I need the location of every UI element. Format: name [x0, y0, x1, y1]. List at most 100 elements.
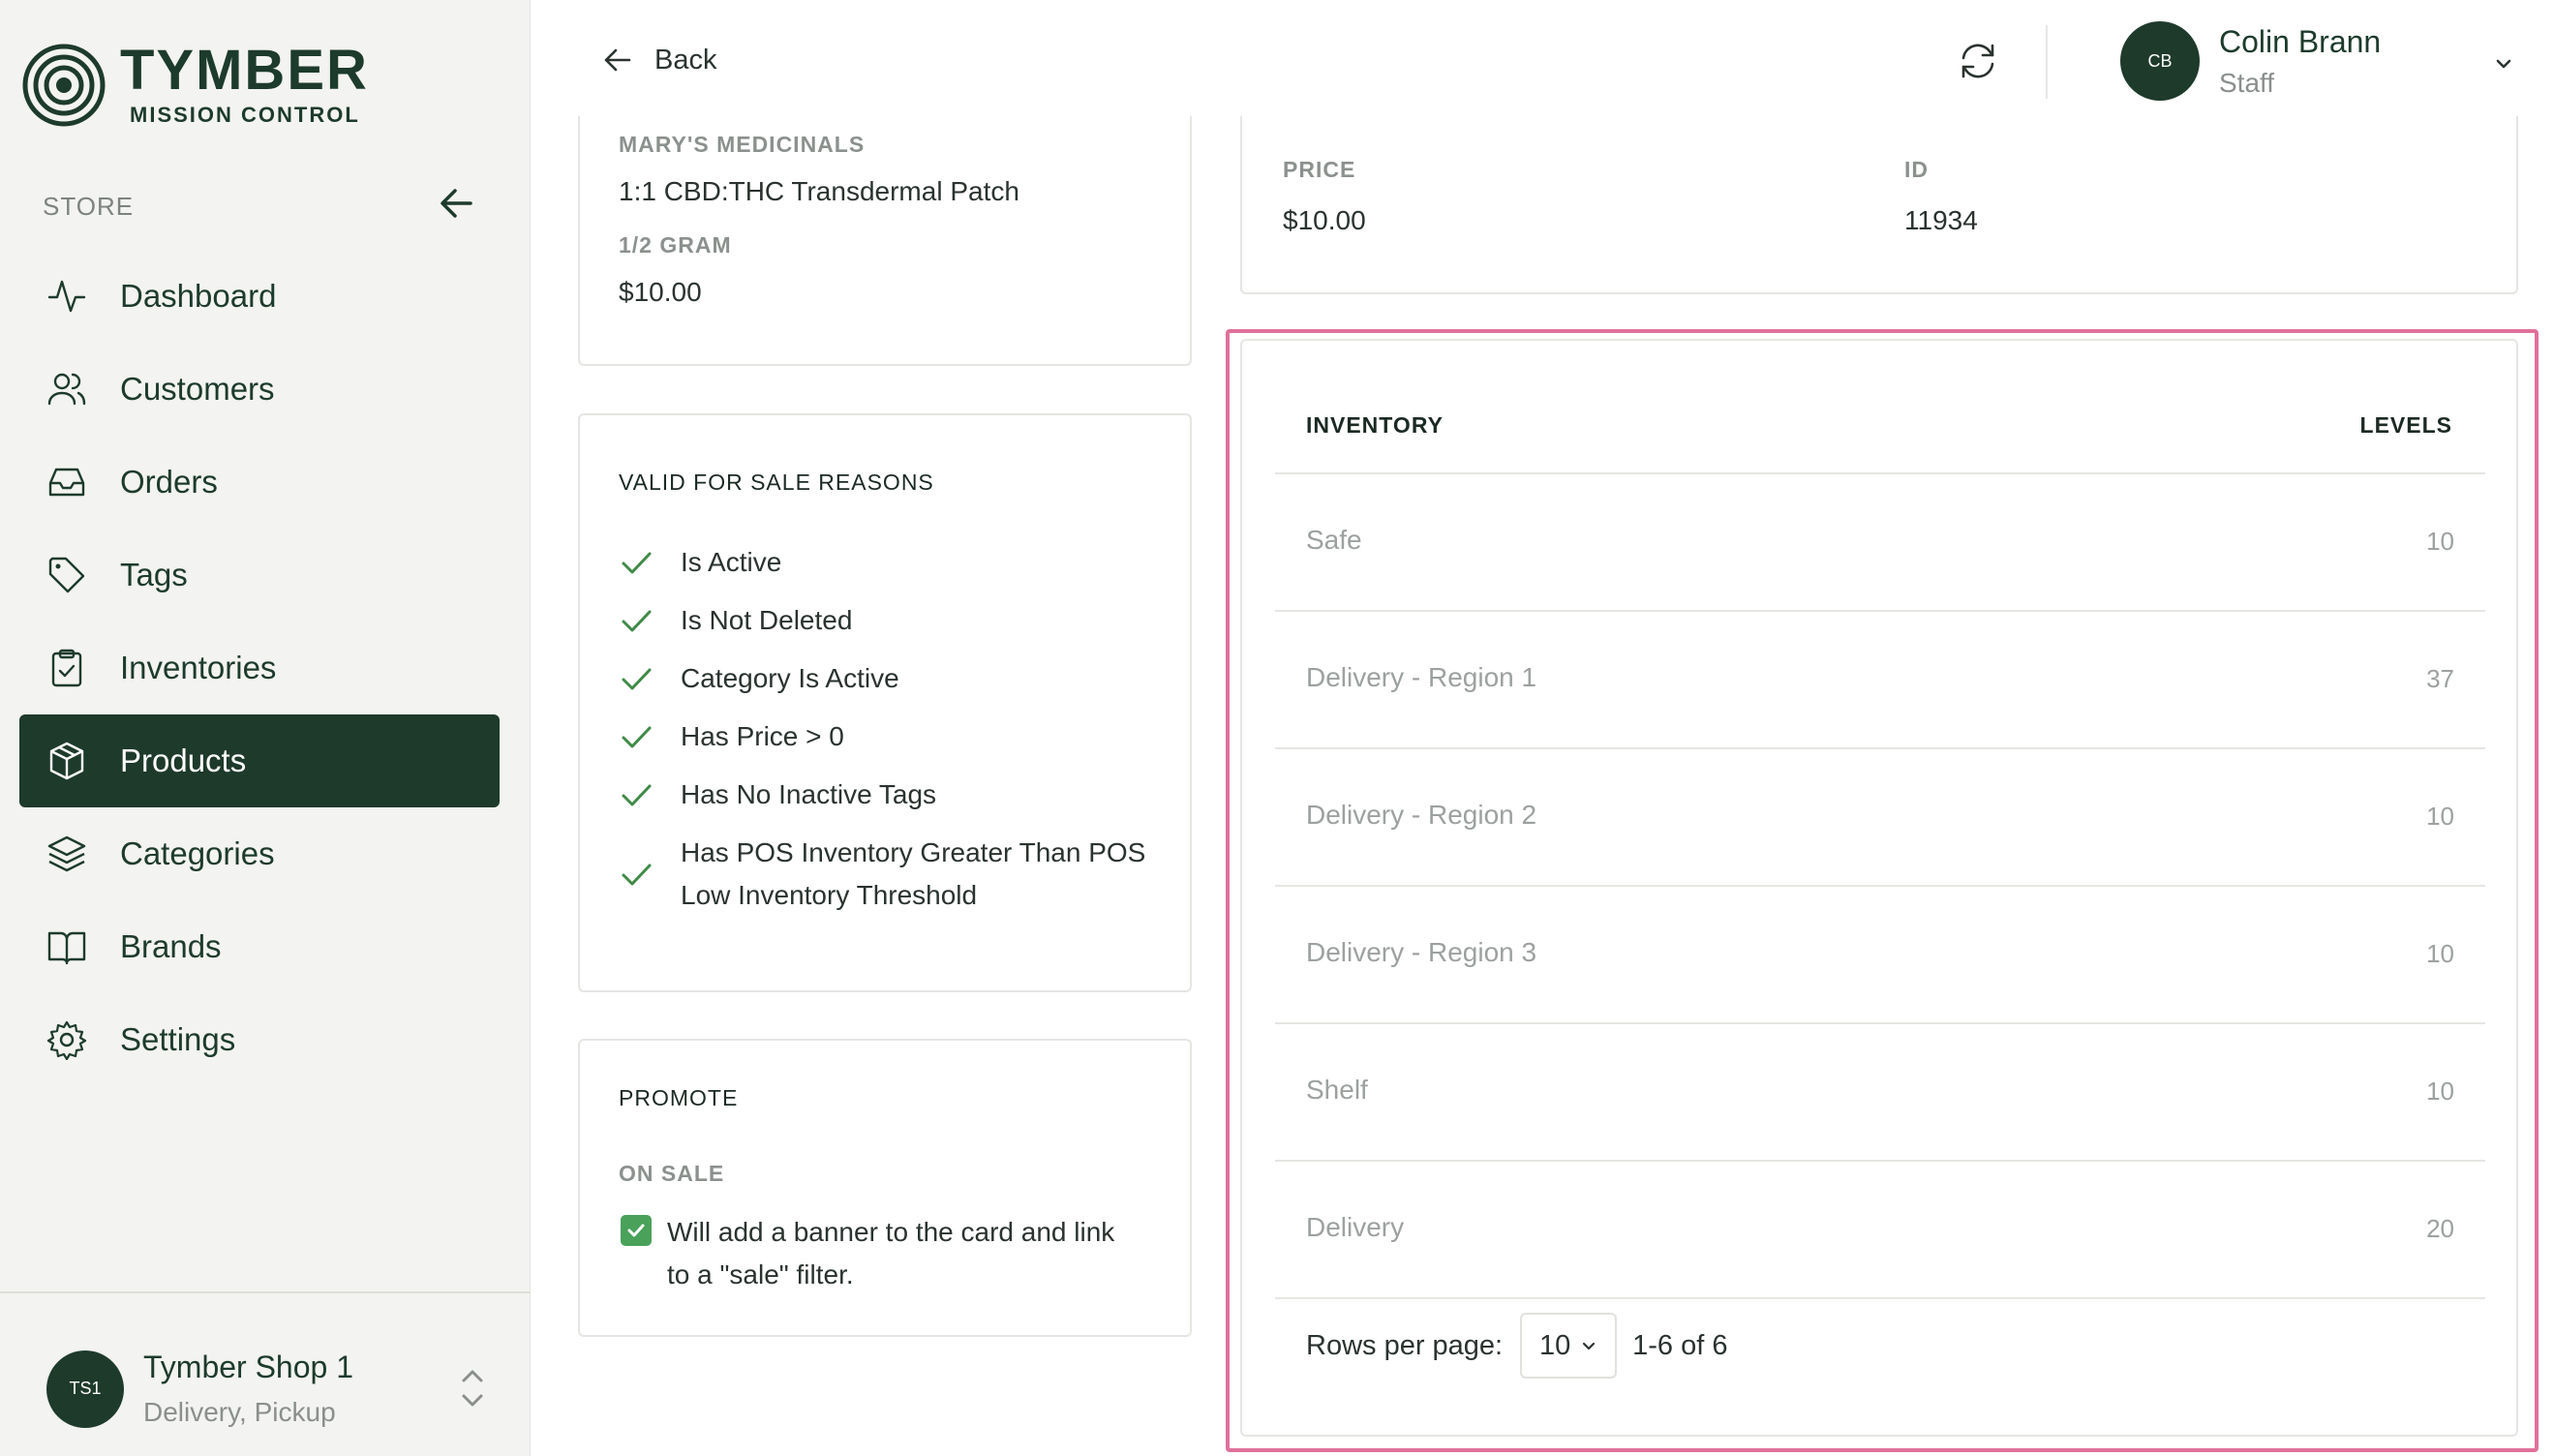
check-icon — [622, 552, 652, 574]
sidebar-item-label: Categories — [120, 835, 275, 871]
refresh-icon[interactable] — [1956, 39, 2000, 83]
table-row[interactable]: Delivery - Region 2 10 — [1275, 749, 2485, 885]
product-price: $10.00 — [619, 277, 702, 307]
reason-text: Has No Inactive Tags — [681, 779, 937, 809]
table-row[interactable]: Delivery 20 — [1275, 1162, 2485, 1297]
sidebar-item-orders[interactable]: Orders — [19, 436, 500, 529]
reason-item: Category Is Active — [619, 657, 899, 700]
inventory-name: Shelf — [1306, 1075, 1368, 1105]
sidebar-item-brands[interactable]: Brands — [19, 900, 500, 993]
sidebar-item-inventories[interactable]: Inventories — [19, 622, 500, 714]
pagination: Rows per page: 10 1-6 of 6 — [1306, 1313, 1727, 1379]
sidebar-item-label: Orders — [120, 464, 218, 500]
inventory-level: 10 — [2426, 802, 2454, 831]
store-section-label: STORE — [43, 192, 135, 221]
inventory-name: Delivery - Region 2 — [1306, 800, 1537, 830]
pagination-range: 1-6 of 6 — [1632, 1329, 1728, 1361]
price-id-card: PRICE $10.00 ID 11934 — [1240, 116, 2518, 294]
inventory-level: 10 — [2426, 939, 2454, 968]
id-label: ID — [1904, 157, 1929, 182]
inventory-levels-card: INVENTORY LEVELS Safe 10 Delivery - Regi… — [1240, 339, 2518, 1437]
chevron-down-icon — [1583, 1342, 1596, 1350]
inventory-level: 10 — [2426, 527, 2454, 556]
sidebar-item-label: Settings — [120, 1021, 236, 1057]
chevron-up-down-icon[interactable] — [453, 1363, 492, 1413]
reason-item: Has No Inactive Tags — [619, 774, 936, 816]
activity-icon — [47, 280, 86, 313]
logo-title: TYMBER — [120, 39, 369, 102]
reason-text: Has Price > 0 — [681, 721, 844, 751]
reason-text: Has POS Inventory Greater Than POS — [681, 837, 1146, 867]
reason-item: Is Active — [619, 541, 781, 584]
sidebar-item-customers[interactable]: Customers — [19, 343, 500, 436]
shop-name: Tymber Shop 1 — [143, 1350, 353, 1384]
tag-icon — [48, 557, 85, 593]
reason-text: Is Not Deleted — [681, 605, 853, 635]
inventory-level: 37 — [2426, 664, 2454, 693]
sidebar-item-tags[interactable]: Tags — [19, 529, 500, 622]
clipboard-check-icon — [51, 649, 82, 687]
check-icon — [622, 784, 652, 806]
user-menu[interactable]: CB Colin Brann Staff — [2120, 21, 2517, 101]
sidebar-item-label: Inventories — [120, 650, 277, 685]
promote-title: PROMOTE — [619, 1085, 739, 1110]
price-value: $10.00 — [1283, 205, 1366, 235]
layers-icon — [47, 835, 86, 872]
back-button[interactable]: Back — [600, 43, 716, 77]
shop-modes: Delivery, Pickup — [143, 1397, 336, 1427]
reason-text: Low Inventory Threshold — [681, 880, 978, 910]
table-row[interactable]: Delivery - Region 1 37 — [1275, 612, 2485, 747]
sidebar-item-products[interactable]: Products — [19, 714, 500, 807]
sidebar-item-settings[interactable]: Settings — [19, 993, 500, 1086]
product-summary-card: MARY'S MEDICINALS 1:1 CBD:THC Transderma… — [578, 116, 1192, 366]
sidebar-nav: Dashboard Customers Orders Tags Inventor… — [19, 250, 500, 1086]
tymber-logo[interactable]: TYMBER MISSION CONTROL — [21, 43, 369, 128]
valid-for-sale-card: VALID FOR SALE REASONS Is Active Is Not … — [578, 413, 1192, 992]
reason-text: Category Is Active — [681, 663, 899, 693]
table-row[interactable]: Delivery - Region 3 10 — [1275, 887, 2485, 1022]
gear-icon — [46, 1020, 87, 1060]
valid-for-sale-title: VALID FOR SALE REASONS — [619, 470, 934, 495]
on-sale-description: Will add a banner to the card and link t… — [667, 1211, 1114, 1296]
back-label: Back — [654, 44, 717, 76]
avatar: CB — [2120, 21, 2200, 101]
inventory-table-header: INVENTORY LEVELS — [1275, 412, 2483, 439]
inventory-level: 20 — [2426, 1214, 2454, 1243]
table-row[interactable]: Shelf 10 — [1275, 1024, 2485, 1160]
inventory-name: Delivery - Region 3 — [1306, 937, 1537, 967]
rows-per-page-value: 10 — [1538, 1329, 1571, 1361]
check-icon — [622, 864, 652, 886]
reason-item: Has Price > 0 — [619, 715, 844, 758]
user-role: Staff — [2219, 67, 2275, 98]
rows-per-page-select[interactable]: 10 — [1520, 1313, 1618, 1379]
rows-per-page-label: Rows per page: — [1306, 1329, 1504, 1361]
sidebar-item-categories[interactable]: Categories — [19, 807, 500, 900]
column-header-inventory: INVENTORY — [1306, 412, 1444, 438]
sidebar-item-label: Customers — [120, 371, 275, 407]
sidebar-divider — [0, 1291, 531, 1293]
on-sale-description-line: Will add a banner to the card and link — [667, 1217, 1115, 1247]
book-open-icon — [47, 931, 86, 965]
sidebar-item-label: Tags — [120, 557, 188, 592]
collapse-sidebar-arrow-icon[interactable] — [436, 182, 478, 225]
price-label: PRICE — [1283, 157, 1356, 182]
sidebar: TYMBER MISSION CONTROL STORE Dashboard C… — [0, 0, 531, 1456]
shop-switcher[interactable]: TS1 Tymber Shop 1 Delivery, Pickup — [46, 1350, 492, 1428]
on-sale-label: ON SALE — [619, 1161, 725, 1186]
chevron-down-icon[interactable] — [2490, 50, 2517, 77]
on-sale-description-line: to a "sale" filter. — [667, 1259, 854, 1289]
checkbox-checked[interactable] — [621, 1215, 652, 1246]
inventory-name: Safe — [1306, 525, 1362, 555]
check-icon — [622, 668, 652, 690]
target-logo-icon — [22, 44, 106, 127]
reason-item: Has POS Inventory Greater Than POS Low I… — [619, 832, 1145, 917]
column-header-levels: LEVELS — [2359, 412, 2452, 438]
inventory-name: Delivery - Region 1 — [1306, 662, 1537, 692]
reason-item: Is Not Deleted — [619, 599, 852, 642]
user-name: Colin Brann — [2219, 23, 2382, 59]
sidebar-item-dashboard[interactable]: Dashboard — [19, 250, 500, 343]
table-row[interactable]: Safe 10 — [1275, 474, 2485, 610]
on-sale-checkbox[interactable] — [621, 1215, 652, 1246]
divider — [1275, 1297, 2485, 1299]
header-divider — [2046, 25, 2048, 99]
